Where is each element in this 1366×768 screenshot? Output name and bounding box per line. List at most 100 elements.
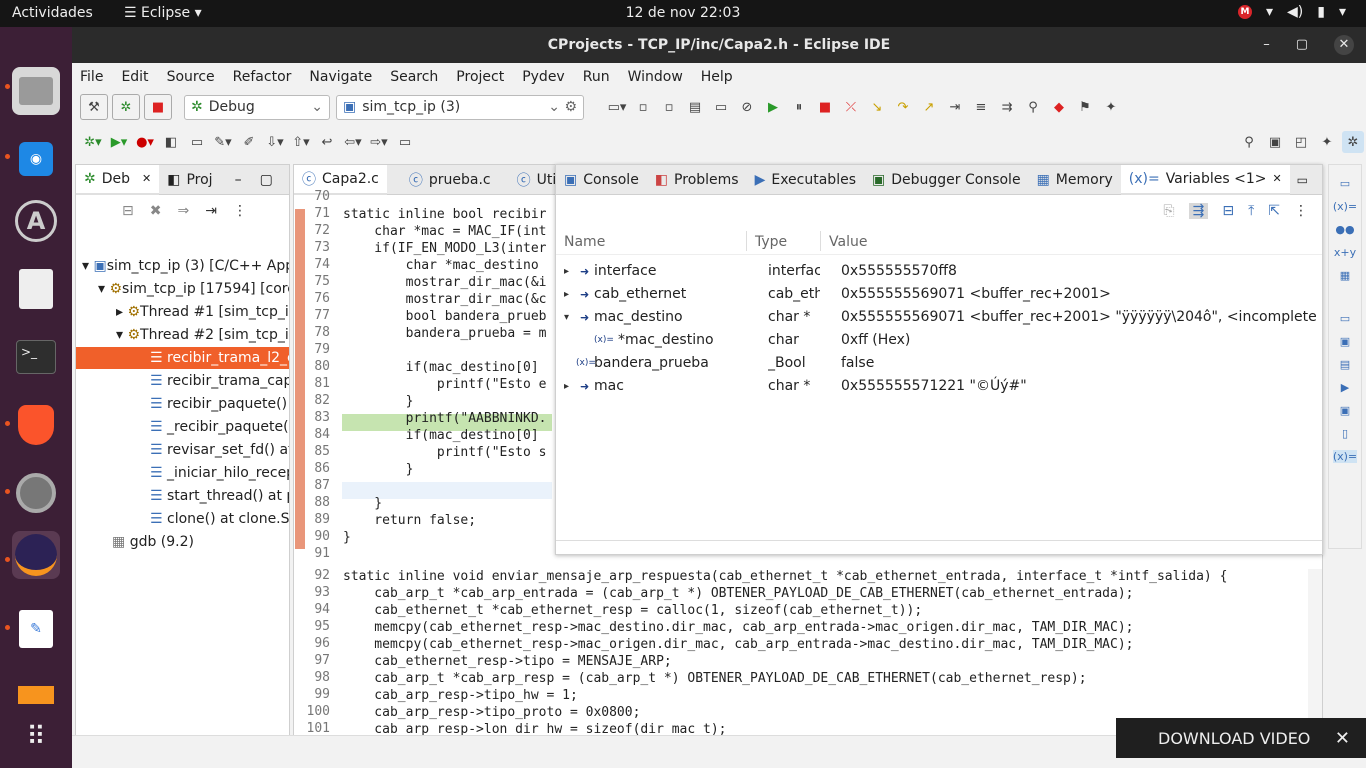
column-name[interactable]: Name [564,234,605,250]
variables-icon[interactable]: (x)= [1333,200,1357,213]
debug-icon[interactable]: ✲▾ [82,131,104,153]
outline-icon[interactable]: ▣ [1340,335,1350,348]
new-icon[interactable]: ▭▾ [606,96,628,118]
run-icon[interactable]: ▶▾ [108,131,130,153]
code-line[interactable]: 89 return false; [294,512,551,529]
store-a-icon[interactable]: A [12,197,60,245]
menu-edit[interactable]: Edit [121,69,148,85]
code-line[interactable]: 92 static inline void enviar_mensaje_arp_… [294,568,1304,585]
maximize-icon[interactable]: ▢ [260,172,273,188]
code-line[interactable]: 81 printf("Esto e [294,376,551,393]
minimize-icon[interactable]: – [235,172,242,188]
code-line[interactable]: 97 cab_ethernet_resp->tipo = MENSAJE_ARP… [294,653,1304,670]
run-to-line-icon[interactable]: ⚑ [1074,96,1096,118]
document-viewer-icon[interactable] [12,265,60,313]
code-line[interactable]: 87 [294,478,551,495]
code-line[interactable]: 83 printf("AABBNINKD. [294,410,551,427]
annotation-icon[interactable]: ✐ [238,131,260,153]
terminal-icon[interactable]: >_ [12,333,60,381]
suspend-icon[interactable]: ⏸ [788,96,810,118]
app-menu-button[interactable]: ☰ Eclipse ▾ [124,5,202,21]
variable-row[interactable]: ▾ ➜ mac_destino char * 0x555555569071 <buffe… [556,306,1321,329]
settings-icon[interactable] [12,469,60,517]
variable-row[interactable]: ▸ ➜ cab_ethernet cab_eth 0x555555569071 <buf… [556,283,1316,306]
code-line[interactable]: 75 mostrar_dir_mac(&i [294,274,551,291]
tab-executables[interactable]: ▶ Executables [747,165,864,195]
disconnect-icon[interactable]: ⤫ [840,96,862,118]
tab-variables[interactable]: (x)= Variables <1> ✕ [1120,164,1290,195]
collapse-all-icon[interactable]: ⊟ [122,203,134,219]
terminate-icon[interactable]: ■ [144,94,172,120]
breakpoint-icon[interactable]: ◆ [1048,96,1070,118]
python-icon[interactable]: ✦ [1100,96,1122,118]
code-line[interactable]: 84 if(mac_destino[0] [294,427,551,444]
open-folder-icon[interactable]: ▭ [186,131,208,153]
python-perspective-icon[interactable]: ✦ [1316,131,1338,153]
tab-debugger-console[interactable]: ▣ Debugger Console [864,165,1029,195]
minimize-icon[interactable]: – [1263,27,1270,63]
connect-icon[interactable]: ⚲ [1022,96,1044,118]
add-global-icon[interactable]: ⤒ [1248,203,1254,219]
show-logical-structure-icon[interactable]: ⇶ [1188,203,1209,219]
code-line[interactable]: 98 cab_arp_t *cab_arp_resp = (cab_arp_t … [294,670,1304,687]
menu-navigate[interactable]: Navigate [309,69,372,85]
drop-frame-icon[interactable]: ≡ [970,96,992,118]
show-type-names-icon[interactable]: ⎘ [1163,203,1174,219]
stack-frame[interactable]: ☰ revisar_set_fd() at [150,439,289,461]
files-icon[interactable] [12,67,60,115]
variables-detail-pane[interactable] [556,540,1322,554]
code-line[interactable]: 94 cab_ethernet_t *cab_ethernet_resp = c… [294,602,1304,619]
instruction-step-icon[interactable]: ⇥ [205,203,217,219]
close-icon[interactable]: ✕ [1335,728,1350,749]
column-type[interactable]: Type [755,234,787,250]
binary-icon[interactable]: ▤ [684,96,706,118]
app-icon[interactable] [12,671,60,719]
code-line[interactable]: 76 mostrar_dir_mac(&c [294,291,551,308]
prev-annotation-icon[interactable]: ⇧▾ [290,131,312,153]
download-video-toast[interactable]: DOWNLOAD VIDEO ✕ [1116,718,1366,758]
terminal-view-icon[interactable]: ▭ [710,96,732,118]
variables-selected-icon[interactable]: (x)= [1332,450,1358,463]
stack-frame[interactable]: ☰ start_thread() at p [150,485,289,507]
next-annotation-icon[interactable]: ⇩▾ [264,131,286,153]
last-edit-icon[interactable]: ↩ [316,131,338,153]
column-value[interactable]: Value [829,234,867,250]
tree-thread-1[interactable]: ▸ ⚙Thread #1 [sim_tcp_i [116,301,289,323]
disassembly-icon[interactable]: ▤ [1340,358,1350,371]
code-line[interactable]: 95 memcpy(cab_ethernet_resp->mac_destino… [294,619,1304,636]
pin-editor-icon[interactable]: ▭ [394,131,416,153]
save-icon[interactable]: ▫ [632,96,654,118]
eclipse-icon[interactable] [12,531,60,579]
restore-icon[interactable]: ▭ [1340,312,1350,325]
tree-launch[interactable]: ▾ ▣sim_tcp_ip (3) [C/C++ Appli [82,255,289,277]
close-icon[interactable]: ✕ [1272,172,1281,185]
activities-button[interactable]: Actividades [12,5,93,21]
export-icon[interactable]: ⇱ [1268,203,1280,219]
close-icon[interactable]: ✕ [142,172,151,185]
tree-process[interactable]: ▾ ⚙sim_tcp_ip [17594] [core [98,278,289,300]
stack-frame[interactable]: ☰ clone() at clone.S:9 [150,508,289,530]
step-filter-icon[interactable]: ⇒ [177,203,189,219]
restore-icon[interactable]: ▭ [1340,177,1350,190]
tree-thread-2[interactable]: ▾ ⚙Thread #2 [sim_tcp_i [116,324,289,346]
expanded-chevron-icon[interactable]: ▾ [564,306,569,329]
remove-terminated-icon[interactable]: ✖ [150,203,162,219]
stack-frame[interactable]: ☰ recibir_paquete() a [150,393,289,415]
save-all-icon[interactable]: ▫ [658,96,680,118]
download-video-label[interactable]: DOWNLOAD VIDEO [1158,729,1310,748]
menu-search[interactable]: Search [390,69,438,85]
use-step-filters-icon[interactable]: ⇉ [996,96,1018,118]
instruction-step-icon[interactable]: ⇥ [944,96,966,118]
variable-row[interactable]: (x)= bandera_prueba _Bool false [556,352,1316,375]
text-editor-icon[interactable]: ✎ [12,605,60,653]
code-line[interactable]: 80 if(mac_destino[0] [294,359,551,376]
minimize-icon[interactable]: ▭ [1297,173,1308,187]
cpp-perspective-icon[interactable]: ◰ [1290,131,1312,153]
menu-refactor[interactable]: Refactor [233,69,292,85]
tab-memory[interactable]: ▦ Memory [1029,165,1121,195]
code-line[interactable]: 85 printf("Esto s [294,444,551,461]
resume-icon[interactable]: ▶ [762,96,784,118]
build-icon[interactable]: ⚒ [80,94,108,120]
back-icon[interactable]: ⇦▾ [342,131,364,153]
search-icon[interactable]: ⚲ [1238,131,1260,153]
